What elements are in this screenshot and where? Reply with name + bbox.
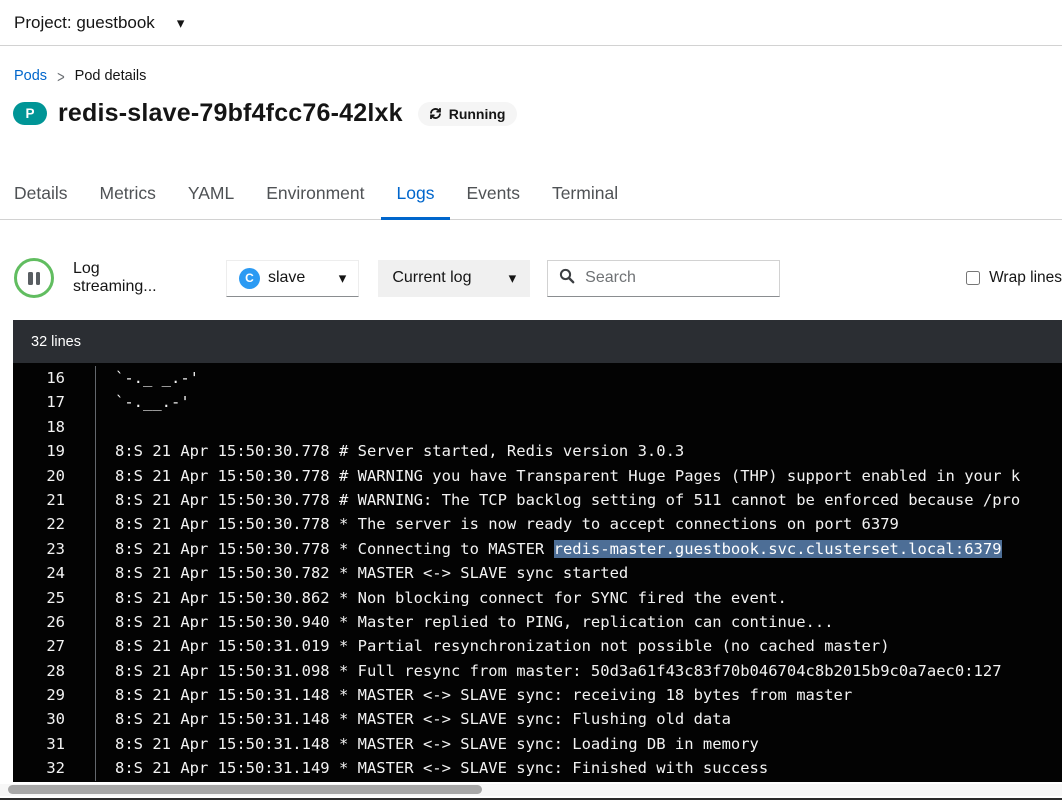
breadcrumb: Pods > Pod details [14,68,1062,84]
tab-details[interactable]: Details [14,170,84,219]
breadcrumb-current: Pod details [75,68,147,84]
log-line: 17`-.__.-' [13,390,1062,414]
log-line-number: 29 [13,683,96,707]
log-line-number: 21 [13,488,96,512]
log-line: 218:S 21 Apr 15:50:30.778 # WARNING: The… [13,488,1062,512]
log-line: 298:S 21 Apr 15:50:31.148 * MASTER <-> S… [13,683,1062,707]
log-line-number: 17 [13,390,96,414]
log-line: 248:S 21 Apr 15:50:30.782 * MASTER <-> S… [13,561,1062,585]
log-line-text: 8:S 21 Apr 15:50:31.149 * MASTER <-> SLA… [96,756,768,780]
log-line: 198:S 21 Apr 15:50:30.778 # Server start… [13,439,1062,463]
log-line-text: 8:S 21 Apr 15:50:30.778 * The server is … [96,512,899,536]
log-line-text: 8:S 21 Apr 15:50:30.782 * MASTER <-> SLA… [96,561,628,585]
tab-yaml[interactable]: YAML [172,170,250,219]
log-line-text: `-.__.-' [96,390,190,414]
log-type-select[interactable]: Current log ▾ [378,260,530,297]
tab-metrics[interactable]: Metrics [84,170,172,219]
selected-text: redis-master.guestbook.svc.clusterset.lo… [554,540,1002,558]
log-line-number: 31 [13,732,96,756]
wrap-lines-checkbox[interactable] [966,271,980,285]
log-line-text: 8:S 21 Apr 15:50:30.778 # Server started… [96,439,684,463]
tab-bar: Details Metrics YAML Environment Logs Ev… [0,170,1062,220]
log-line-text: 8:S 21 Apr 15:50:31.098 * Full resync fr… [96,659,1002,683]
tab-logs[interactable]: Logs [381,170,451,220]
log-viewer-bottom-border [0,798,1062,800]
log-viewer-header: 32 lines [13,320,1062,363]
pause-log-streaming-button[interactable] [14,258,54,298]
chevron-down-icon: ▾ [509,269,517,287]
log-line: 318:S 21 Apr 15:50:31.148 * MASTER <-> S… [13,732,1062,756]
log-line: 228:S 21 Apr 15:50:30.778 * The server i… [13,512,1062,536]
page-header: P redis-slave-79bf4fcc76-42lxk Running [13,99,1062,128]
log-line-text: 8:S 21 Apr 15:50:31.148 * MASTER <-> SLA… [96,683,852,707]
log-line: 18 [13,415,1062,439]
sync-icon [428,106,443,121]
log-line-number: 22 [13,512,96,536]
log-line: 268:S 21 Apr 15:50:30.940 * Master repli… [13,610,1062,634]
status-badge-label: Running [449,106,506,122]
log-line-text: 8:S 21 Apr 15:50:31.019 * Partial resync… [96,634,890,658]
log-line-number: 28 [13,659,96,683]
log-line: 16`-._ _.-' [13,366,1062,390]
project-selector-label: Project: guestbook [14,13,155,33]
search-box [547,260,780,297]
log-line-text: 8:S 21 Apr 15:50:30.778 * Connecting to … [96,537,1002,561]
log-line: 258:S 21 Apr 15:50:30.862 * Non blocking… [13,586,1062,610]
wrap-lines-label: Wrap lines [989,269,1062,287]
project-selector[interactable]: Project: guestbook ▾ [0,0,1062,46]
page-title: redis-slave-79bf4fcc76-42lxk [58,99,403,128]
breadcrumb-link-pods[interactable]: Pods [14,68,47,84]
log-toolbar: Log streaming... C slave ▾ Current log ▾… [0,258,1062,298]
log-line: 278:S 21 Apr 15:50:31.019 * Partial resy… [13,634,1062,658]
log-line-number: 24 [13,561,96,585]
wrap-lines-control: Wrap lines [966,269,1062,287]
log-lines[interactable]: 16`-._ _.-'17`-.__.-'18198:S 21 Apr 15:5… [13,363,1062,782]
log-line-text [96,415,115,439]
log-line-number: 20 [13,464,96,488]
tab-terminal[interactable]: Terminal [536,170,634,219]
log-line-number: 25 [13,586,96,610]
container-select[interactable]: C slave ▾ [226,260,359,297]
search-input[interactable] [585,269,768,287]
log-line-number: 23 [13,537,96,561]
log-line: 288:S 21 Apr 15:50:31.098 * Full resync … [13,659,1062,683]
chevron-right-icon: > [57,66,65,86]
search-icon [559,268,575,289]
container-badge: C [239,268,260,289]
container-select-value: slave [268,269,305,287]
log-line-text: `-._ _.-' [96,366,199,390]
log-line-number: 30 [13,707,96,731]
log-line-text: 8:S 21 Apr 15:50:31.148 * MASTER <-> SLA… [96,707,731,731]
log-line-number: 19 [13,439,96,463]
log-type-select-value: Current log [392,269,471,287]
log-line-text: 8:S 21 Apr 15:50:30.778 # WARNING you ha… [96,464,1020,488]
log-line-text: 8:S 21 Apr 15:50:30.778 # WARNING: The T… [96,488,1020,512]
log-line-count: 32 lines [31,334,81,350]
pause-icon [28,272,33,285]
log-line: 308:S 21 Apr 15:50:31.148 * MASTER <-> S… [13,707,1062,731]
log-line-text: 8:S 21 Apr 15:50:31.148 * MASTER <-> SLA… [96,732,759,756]
log-streaming-status: Log streaming... [73,260,184,296]
log-viewer: 32 lines 16`-._ _.-'17`-.__.-'18198:S 21… [13,320,1062,782]
chevron-down-icon: ▾ [339,269,347,287]
log-line: 328:S 21 Apr 15:50:31.149 * MASTER <-> S… [13,756,1062,780]
pod-resource-badge: P [13,102,47,125]
horizontal-scrollbar[interactable] [0,784,1062,796]
tab-environment[interactable]: Environment [250,170,380,219]
log-line-text: 8:S 21 Apr 15:50:30.940 * Master replied… [96,610,834,634]
log-line-number: 27 [13,634,96,658]
log-line: 238:S 21 Apr 15:50:30.778 * Connecting t… [13,537,1062,561]
chevron-down-icon: ▾ [177,14,185,32]
status-badge: Running [418,102,518,126]
pause-icon [36,272,41,285]
tab-events[interactable]: Events [450,170,536,219]
log-line-text: 8:S 21 Apr 15:50:30.862 * Non blocking c… [96,586,787,610]
scrollbar-thumb[interactable] [8,785,482,794]
log-line-number: 26 [13,610,96,634]
log-line-number: 18 [13,415,96,439]
log-line-number: 16 [13,366,96,390]
log-line-number: 32 [13,756,96,780]
log-line: 208:S 21 Apr 15:50:30.778 # WARNING you … [13,464,1062,488]
